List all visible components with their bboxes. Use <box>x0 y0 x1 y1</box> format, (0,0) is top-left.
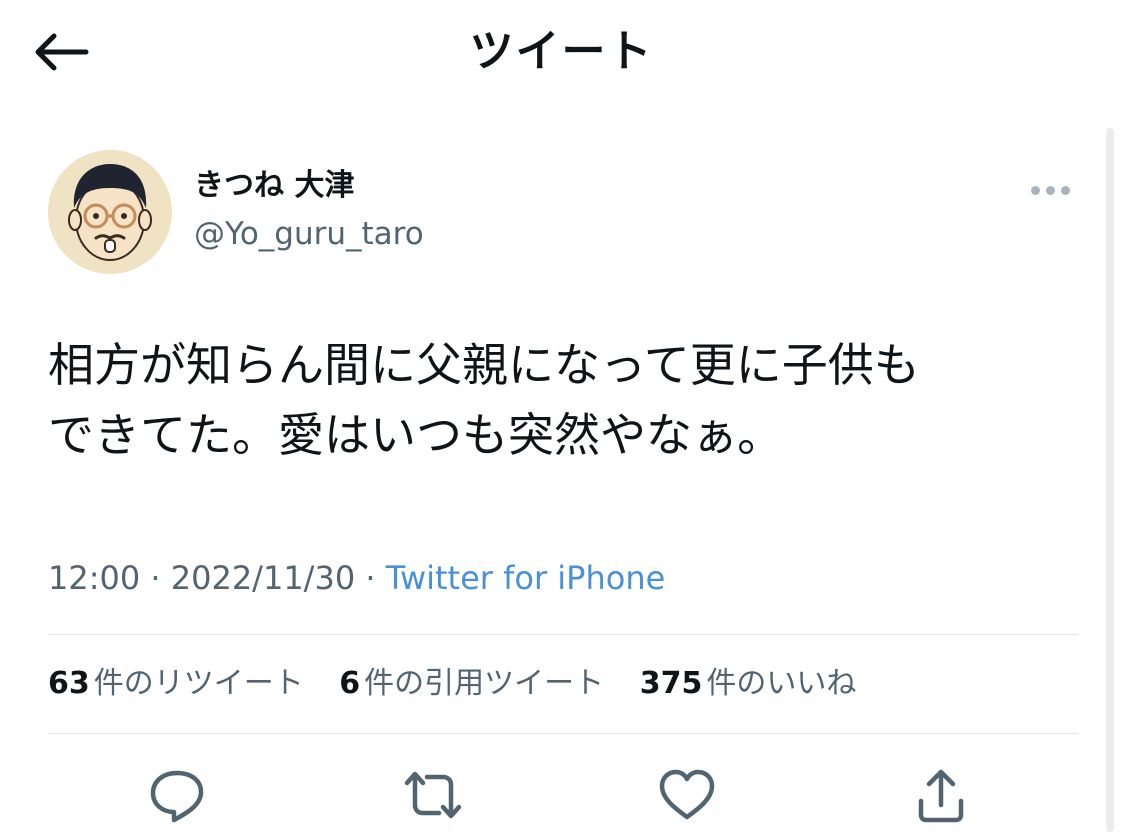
quotes-stat[interactable]: 6 件の引用ツイート <box>339 662 604 706</box>
more-icon <box>1060 185 1070 195</box>
more-icon <box>1030 185 1040 195</box>
retweets-count: 63 <box>48 666 90 701</box>
tweet-text: 相方が知らん間に父親になって更に子供も できてた。愛はいつも突然やなぁ。 <box>48 338 920 462</box>
quotes-count: 6 <box>339 666 361 701</box>
tweet-meta: 12:00 · 2022/11/30 · Twitter for iPhone <box>48 556 665 600</box>
tweet-detail-screen: ツイート きつね 大津 @Yo_guru_taro 相方が知らん間に父親になって… <box>0 0 1123 832</box>
like-icon <box>659 769 715 820</box>
more-icon <box>1045 185 1055 195</box>
likes-count: 375 <box>639 666 703 701</box>
reply-button[interactable] <box>142 760 212 830</box>
tweet: きつね 大津 @Yo_guru_taro 相方が知らん間に父親になって更に子供も… <box>0 0 1100 832</box>
tweet-time[interactable]: 12:00 <box>48 559 140 597</box>
likes-label: 件のいいね <box>706 666 857 701</box>
meta-separator: · <box>150 559 171 597</box>
likes-stat[interactable]: 375 件のいいね <box>640 662 857 706</box>
avatar-image <box>48 150 172 274</box>
reply-icon <box>150 770 204 823</box>
retweet-button[interactable] <box>398 760 468 830</box>
like-button[interactable] <box>652 760 722 830</box>
scrollbar[interactable] <box>1106 128 1114 832</box>
retweet-icon <box>404 771 462 819</box>
share-icon <box>918 769 964 823</box>
author-handle[interactable]: @Yo_guru_taro <box>194 214 424 254</box>
tweet-date[interactable]: 2022/11/30 <box>171 559 355 597</box>
share-button[interactable] <box>906 760 976 830</box>
author-name[interactable]: きつね 大津 <box>194 166 354 206</box>
divider <box>48 634 1078 635</box>
quotes-label: 件の引用ツイート <box>364 666 605 701</box>
retweets-stat[interactable]: 63 件のリツイート <box>48 662 304 706</box>
divider <box>48 733 1078 734</box>
avatar[interactable] <box>48 150 172 274</box>
tweet-stats: 63 件のリツイート 6 件の引用ツイート 375 件のいいね <box>48 662 882 706</box>
more-options-button[interactable] <box>1024 176 1076 204</box>
tweet-source-link[interactable]: Twitter for iPhone <box>386 559 666 597</box>
action-bar <box>0 760 1100 832</box>
retweets-label: 件のリツイート <box>93 666 304 701</box>
meta-separator: · <box>365 559 386 597</box>
